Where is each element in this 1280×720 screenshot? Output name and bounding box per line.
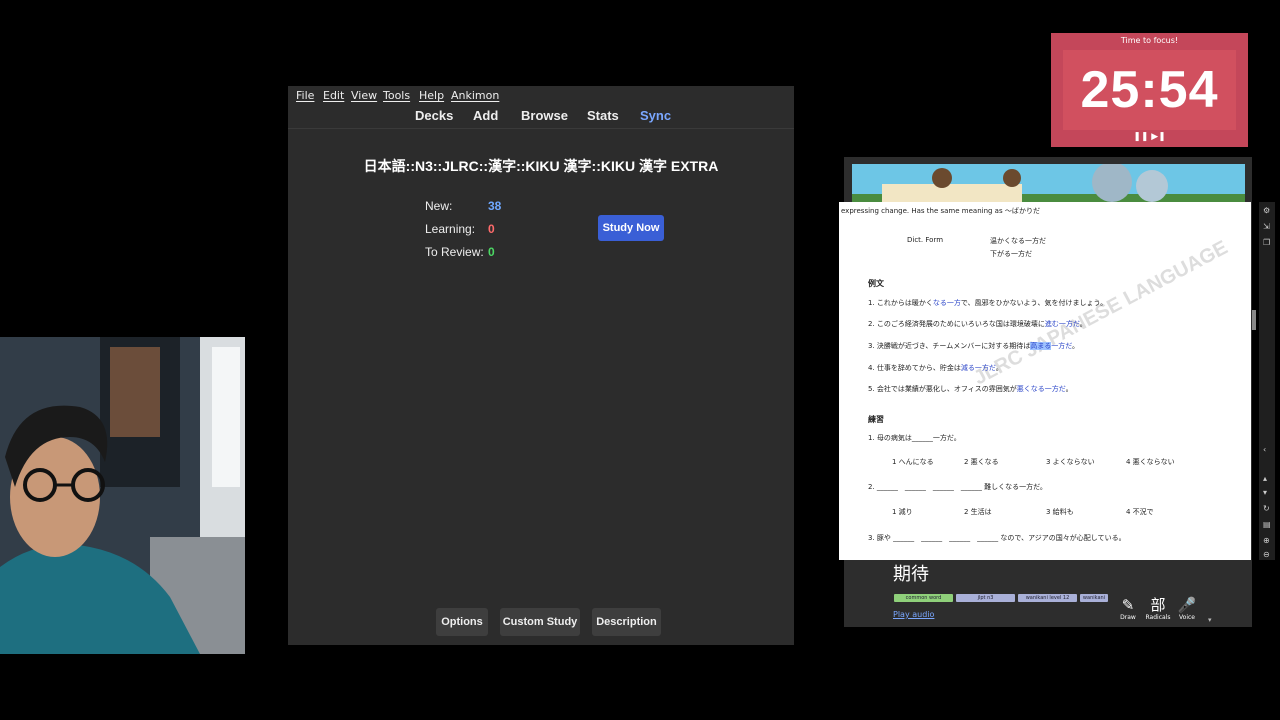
example-2: 2. このごろ経済発展のためにいろいろな国は環境破壊に進む一方だ。	[868, 320, 1087, 328]
deck-title: 日本語::N3::JLRC::漢字::KIKU 漢字::KIKU 漢字 EXTR…	[363, 158, 719, 174]
options-button[interactable]: Options	[436, 608, 488, 636]
pixel-scene-icon	[852, 164, 1245, 204]
zoom-out-icon[interactable]: ⊖	[1263, 550, 1270, 559]
collapse-icon[interactable]: ‹	[1263, 445, 1266, 454]
voice-button[interactable]: 🎤 Voice	[1174, 596, 1200, 621]
review-count: 0	[488, 245, 495, 259]
toolbar-stats[interactable]: Stats	[587, 108, 619, 123]
copy-icon[interactable]: ❐	[1263, 238, 1270, 247]
menu-bar: File Edit View Tools Help Ankimon	[288, 86, 794, 104]
q2-option-1: 1 減り	[892, 508, 913, 516]
description-button[interactable]: Description	[592, 608, 661, 636]
draw-icon: ✎	[1121, 596, 1135, 614]
question-2: 2. ______ ______ ______ ______ 難しくなる一方だ。	[868, 483, 1047, 491]
timer-label: Time to focus!	[1120, 36, 1179, 45]
microphone-icon: 🎤	[1177, 596, 1197, 614]
practice-heading: 練習	[868, 415, 884, 424]
example-3: 3. 決勝戦が近づき、チームメンバーに対する期待は高まる一方だ。	[868, 342, 1079, 350]
draw-button[interactable]: ✎ Draw	[1115, 596, 1141, 621]
draw-label: Draw	[1120, 614, 1136, 621]
radicals-button[interactable]: 部 Radicals	[1145, 596, 1171, 621]
example-4: 4. 仕事を辞めてから、貯金は減る一方だ。	[868, 364, 1003, 372]
question-3: 3. 豚や ______ ______ ______ ______ なので、アジ…	[868, 534, 1126, 542]
q2-option-4: 4 不況で	[1126, 508, 1154, 516]
radicals-icon: 部	[1150, 596, 1166, 614]
main-toolbar: Decks Add Browse Stats Sync	[288, 104, 794, 129]
q2-option-2: 2 生活は	[964, 508, 992, 516]
timer-time: 25:54	[1080, 61, 1219, 119]
settings-icon[interactable]: ⚙	[1263, 206, 1270, 215]
form-example-1: 温かくなる一方だ	[990, 237, 1046, 245]
scrollbar-thumb[interactable]	[1252, 310, 1256, 330]
learning-count: 0	[488, 222, 495, 236]
voice-label: Voice	[1179, 614, 1195, 621]
q1-option-4: 4 悪くならない	[1126, 458, 1175, 466]
focus-timer: Time to focus! 25:54 ❚❚ ▶❚	[1051, 33, 1248, 147]
new-count: 38	[488, 199, 502, 213]
toolbar-add[interactable]: Add	[473, 108, 498, 123]
chevron-down-icon[interactable]: ▾	[1208, 616, 1212, 624]
tag-common-word: common word	[894, 594, 953, 602]
webcam-person-image	[0, 337, 245, 654]
question-1: 1. 母の病気は______一方だ。	[868, 434, 961, 442]
new-label: New:	[425, 199, 453, 213]
example-1: 1. これからは暖かくなる一方で、風邪をひかないよう、気を付けましょう。	[868, 299, 1108, 307]
menu-view[interactable]: View	[351, 89, 377, 102]
tag-jlpt: jlpt n3	[956, 594, 1015, 602]
webcam-feed	[0, 337, 245, 654]
q1-option-2: 2 悪くなる	[964, 458, 999, 466]
timer-controls[interactable]: ❚❚ ▶❚	[1051, 132, 1248, 142]
toolbar-browse[interactable]: Browse	[521, 108, 568, 123]
radicals-label: Radicals	[1145, 614, 1171, 621]
q2-option-3: 3 給料も	[1046, 508, 1074, 516]
tag-wanikani: wanikani	[1080, 594, 1108, 602]
q1-option-3: 3 よくならない	[1046, 458, 1095, 466]
document-icon[interactable]: ▤	[1263, 520, 1271, 529]
refresh-icon[interactable]: ↻	[1263, 504, 1270, 513]
review-label: To Review:	[425, 245, 484, 259]
menu-ankimon[interactable]: Ankimon	[451, 89, 499, 102]
chevron-down-icon[interactable]: ▾	[1263, 488, 1267, 497]
chevron-up-icon[interactable]: ▴	[1263, 474, 1267, 483]
dictionary-word: 期待	[893, 564, 929, 585]
q1-option-1: 1 へんになる	[892, 458, 934, 466]
examples-heading: 例文	[868, 279, 884, 288]
grammar-intro: expressing change. Has the same meaning …	[841, 207, 1040, 215]
export-icon[interactable]: ⇲	[1263, 222, 1270, 231]
form-label: Dict. Form	[907, 236, 944, 244]
menu-file[interactable]: File	[296, 89, 314, 102]
menu-help[interactable]: Help	[419, 89, 444, 102]
study-now-button[interactable]: Study Now	[598, 215, 664, 241]
form-example-2: 下がる一方だ	[990, 250, 1032, 258]
menu-tools[interactable]: Tools	[383, 89, 410, 102]
toolbar-sync[interactable]: Sync	[640, 108, 671, 123]
tag-wanikani-level: wanikani level 12	[1018, 594, 1077, 602]
viewer-sidebar: ⚙ ⇲ ❐ ‹ ▴ ▾ ↻ ▤ ⊕ ⊖	[1259, 202, 1275, 560]
learning-label: Learning:	[425, 222, 476, 236]
zoom-in-icon[interactable]: ⊕	[1263, 536, 1270, 545]
example-5: 5. 会社では業績が悪化し、オフィスの雰囲気が悪くなる一方だ。	[868, 385, 1073, 393]
play-audio-link[interactable]: Play audio	[893, 610, 934, 619]
anki-window: File Edit View Tools Help Ankimon Decks …	[288, 86, 794, 645]
grammar-document: JLRC JAPANESE LANGUAGE expressing change…	[839, 202, 1251, 560]
watermark: JLRC JAPANESE LANGUAGE	[970, 236, 1232, 390]
game-banner-image	[852, 164, 1245, 204]
custom-study-button[interactable]: Custom Study	[500, 608, 580, 636]
menu-edit[interactable]: Edit	[323, 89, 344, 102]
toolbar-decks[interactable]: Decks	[415, 108, 453, 123]
